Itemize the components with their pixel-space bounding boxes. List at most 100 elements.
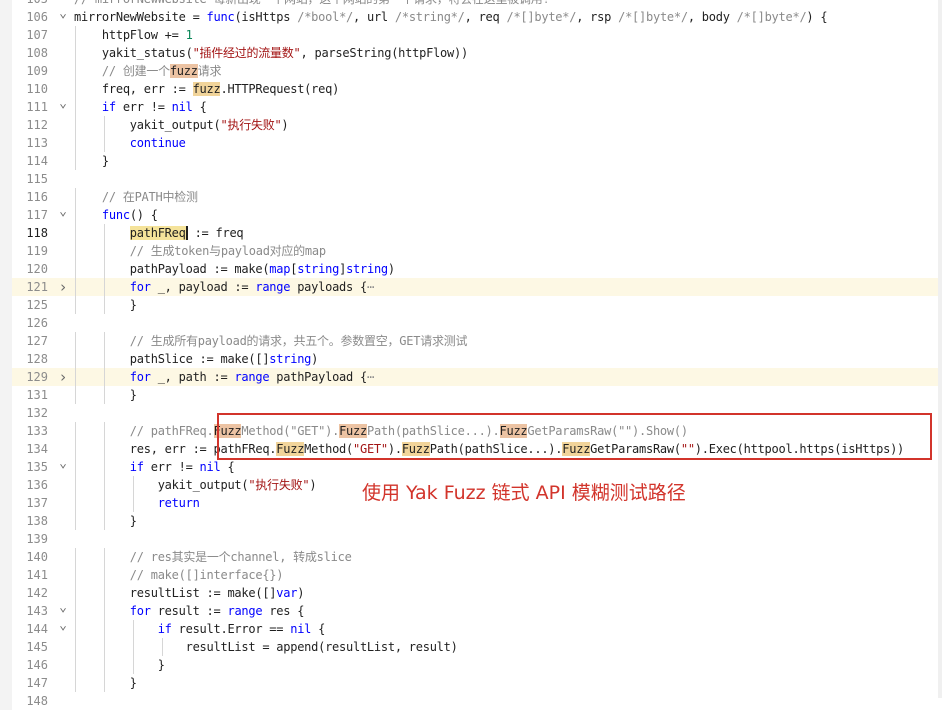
code-text[interactable]: if err != nil {: [74, 458, 235, 476]
code-line[interactable]: 138 }: [0, 512, 942, 530]
code-line[interactable]: 111 ⌄ if err != nil {: [0, 97, 942, 116]
code-line[interactable]: 114 }: [0, 152, 942, 170]
code-line[interactable]: 147 }: [0, 674, 942, 692]
editor-gutter: [0, 440, 12, 458]
editor-gutter: [0, 638, 12, 656]
code-text[interactable]: // res其实是一个channel, 转成slice: [74, 548, 352, 566]
code-text[interactable]: }: [74, 656, 165, 674]
code-text[interactable]: for result := range res {: [74, 602, 305, 620]
code-line[interactable]: 141 // make([]interface{}): [0, 566, 942, 584]
line-number: 115: [26, 172, 48, 186]
code-token: for: [129, 370, 151, 384]
vertical-scrollbar[interactable]: [938, 0, 942, 698]
code-text[interactable]: // 创建一个fuzz请求: [74, 62, 221, 80]
editor-gutter: [0, 188, 12, 206]
code-line[interactable]: 126: [0, 314, 942, 332]
code-token: {: [311, 622, 326, 636]
editor-gutter: [0, 404, 12, 422]
code-text[interactable]: func() {: [74, 206, 158, 224]
code-text[interactable]: pathSlice := make([]string): [74, 350, 319, 368]
code-line[interactable]: 135 ⌄ if err != nil {: [0, 457, 942, 476]
code-text[interactable]: // mirrorNewWebsite 每新出现一个网站，这个网站的第一个请求，…: [74, 0, 550, 8]
code-line[interactable]: 109 // 创建一个fuzz请求: [0, 62, 942, 80]
code-text[interactable]: // make([]interface{}): [74, 566, 284, 584]
code-line[interactable]: 105 // mirrorNewWebsite 每新出现一个网站，这个网站的第一个…: [0, 0, 942, 8]
code-line[interactable]: 125 }: [0, 296, 942, 314]
code-line[interactable]: 119 // 生成token与payload对应的map: [0, 242, 942, 260]
code-text[interactable]: yakit_status("插件经过的流量数", parseString(htt…: [74, 44, 468, 62]
chevron-down-icon[interactable]: ⌄: [56, 601, 70, 614]
code-line[interactable]: 143 ⌄ for result := range res {: [0, 601, 942, 620]
code-token: }: [74, 388, 137, 402]
code-text[interactable]: }: [74, 152, 109, 170]
chevron-down-icon[interactable]: ⌄: [56, 619, 70, 632]
code-text[interactable]: if result.Error == nil {: [74, 620, 326, 638]
editor-gutter: [0, 134, 12, 152]
code-line[interactable]: 107 httpFlow += 1: [0, 26, 942, 44]
chevron-down-icon[interactable]: ⌄: [56, 457, 70, 470]
code-line[interactable]: 128 pathSlice := make([]string): [0, 350, 942, 368]
code-text[interactable]: }: [74, 296, 137, 314]
code-text[interactable]: return: [74, 494, 200, 512]
chevron-down-icon[interactable]: ⌄: [56, 97, 70, 110]
code-line[interactable]: 112 yakit_output("执行失败"): [0, 116, 942, 134]
code-token: string: [297, 262, 340, 276]
code-text[interactable]: if err != nil {: [74, 98, 207, 116]
code-text[interactable]: yakit_output("执行失败"): [74, 476, 317, 494]
code-token: yakit_output(: [74, 478, 249, 492]
chevron-right-icon[interactable]: ›: [56, 368, 70, 386]
code-text[interactable]: freq, err := fuzz.HTTPRequest(req): [74, 80, 339, 98]
line-number: 131: [26, 388, 48, 402]
code-text[interactable]: pathPayload := make(map[string]string): [74, 260, 395, 278]
code-line[interactable]: 127 // 生成所有payload的请求，共五个。参数置空，GET请求测试: [0, 332, 942, 350]
code-line[interactable]: 106 ⌄ mirrorNewWebsite = func(isHttps /*bo…: [0, 7, 942, 26]
code-text[interactable]: }: [74, 674, 137, 692]
code-line[interactable]: 144 ⌄ if result.Error == nil {: [0, 619, 942, 638]
code-line[interactable]: 129 › for _, path := range pathPayload {⋯: [0, 368, 942, 386]
code-token: , url: [353, 10, 395, 24]
code-line[interactable]: 146 }: [0, 656, 942, 674]
code-text[interactable]: // 在PATH中检测: [74, 188, 198, 206]
code-line[interactable]: 120 pathPayload := make(map[string]strin…: [0, 260, 942, 278]
line-number: 116: [26, 190, 48, 204]
code-line[interactable]: 131 }: [0, 386, 942, 404]
code-text[interactable]: // 生成所有payload的请求，共五个。参数置空，GET请求测试: [74, 332, 468, 350]
chevron-down-icon[interactable]: ⌄: [56, 7, 70, 20]
chevron-right-icon[interactable]: ›: [56, 278, 70, 296]
code-token: // 生成token与payload对应的map: [74, 244, 326, 258]
code-line[interactable]: 117 ⌄ func() {: [0, 205, 942, 224]
editor-gutter: [0, 8, 12, 26]
code-line[interactable]: 118 pathFReq := freq: [0, 224, 942, 242]
code-text[interactable]: resultList := make([]var): [74, 584, 305, 602]
code-line[interactable]: 139: [0, 530, 942, 548]
code-text[interactable]: continue: [74, 134, 186, 152]
code-token: () {: [129, 208, 158, 222]
code-line[interactable]: 145 resultList = append(resultList, resu…: [0, 638, 942, 656]
code-line[interactable]: 116 // 在PATH中检测: [0, 188, 942, 206]
code-text[interactable]: httpFlow += 1: [74, 26, 193, 44]
code-line[interactable]: 113 continue: [0, 134, 942, 152]
code-text[interactable]: // 生成token与payload对应的map: [74, 242, 326, 260]
code-text[interactable]: }: [74, 512, 137, 530]
code-text[interactable]: resultList = append(resultList, result): [74, 638, 458, 656]
code-editor[interactable]: 105 // mirrorNewWebsite 每新出现一个网站，这个网站的第一个…: [0, 0, 942, 710]
editor-gutter: [0, 242, 12, 260]
code-line[interactable]: 110 freq, err := fuzz.HTTPRequest(req): [0, 80, 942, 98]
code-token: ]: [339, 262, 347, 276]
code-text[interactable]: pathFReq := freq: [74, 224, 244, 242]
code-token: payloads {: [290, 280, 367, 294]
code-line[interactable]: 140 // res其实是一个channel, 转成slice: [0, 548, 942, 566]
code-line[interactable]: 121 › for _, payload := range payloads {⋯: [0, 278, 942, 296]
code-text[interactable]: }: [74, 386, 137, 404]
code-line[interactable]: 142 resultList := make([]var): [0, 584, 942, 602]
code-text[interactable]: for _, payload := range payloads {⋯: [74, 278, 374, 296]
chevron-down-icon[interactable]: ⌄: [56, 205, 70, 218]
code-text[interactable]: yakit_output("执行失败"): [74, 116, 289, 134]
code-line[interactable]: 108 yakit_status("插件经过的流量数", parseString…: [0, 44, 942, 62]
code-line[interactable]: 148: [0, 692, 942, 710]
line-number: 129: [26, 370, 48, 384]
code-line[interactable]: 115: [0, 170, 942, 188]
code-text[interactable]: mirrorNewWebsite = func(isHttps /*bool*/…: [74, 8, 828, 26]
code-text[interactable]: for _, path := range pathPayload {⋯: [74, 368, 374, 386]
